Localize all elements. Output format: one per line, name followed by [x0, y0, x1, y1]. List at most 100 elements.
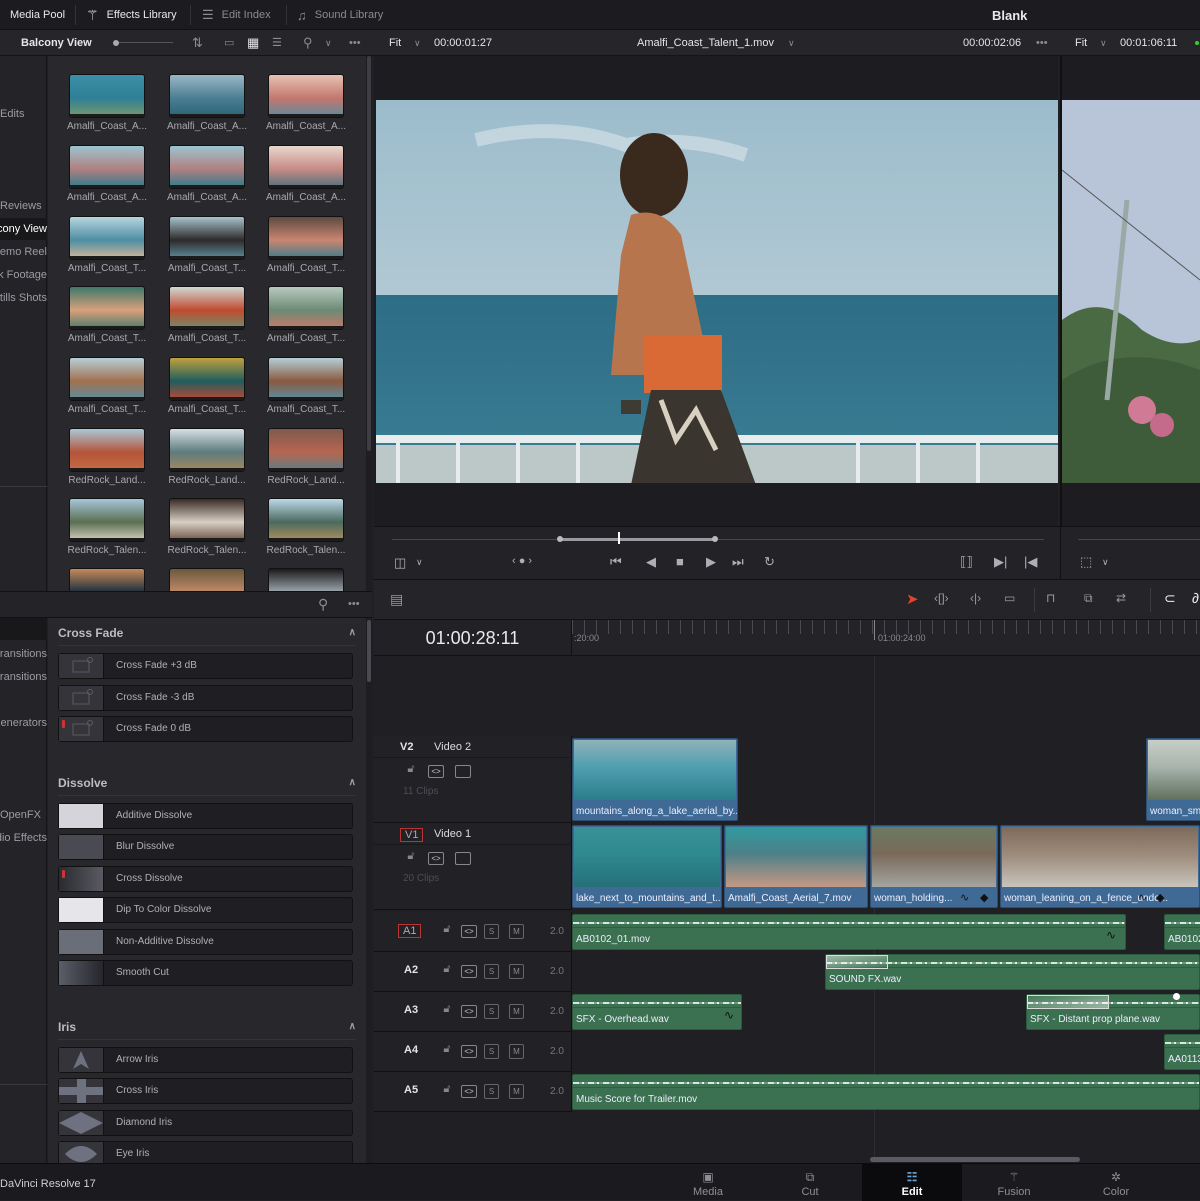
- go-to-start-icon[interactable]: ⏮: [610, 554, 622, 570]
- category-item[interactable]: Generators: [0, 712, 47, 734]
- play-icon[interactable]: ▶: [706, 554, 716, 570]
- lock-icon[interactable]: 🔓︎: [403, 764, 419, 777]
- timeline-zoom-select[interactable]: Fit: [1075, 30, 1087, 56]
- video-track-header[interactable]: V2 Video 2 🔓︎ <> 11 Clips: [374, 736, 572, 823]
- track-id[interactable]: A3: [404, 1004, 418, 1016]
- track-visibility-icon[interactable]: [455, 765, 471, 778]
- chevron-down-icon[interactable]: ∨: [325, 30, 332, 56]
- effects-library-tab[interactable]: ⚚ Effects Library: [86, 0, 177, 30]
- bin-item[interactable]: Stock Footage: [0, 264, 47, 286]
- clip-thumbnail[interactable]: [268, 498, 344, 542]
- clip-thumbnail[interactable]: [169, 74, 245, 118]
- lock-icon[interactable]: 🔓︎: [439, 964, 455, 977]
- effect-item[interactable]: Diamond Iris: [58, 1109, 353, 1136]
- video-clip[interactable]: lake_next_to_mountains_and_t...: [572, 825, 722, 908]
- more-options-icon[interactable]: •••: [348, 598, 360, 610]
- source-scrubber[interactable]: [392, 539, 1044, 540]
- clip-thumbnail[interactable]: [268, 216, 344, 260]
- page-tab-edit[interactable]: ☷ Edit: [862, 1164, 962, 1201]
- auto-select-icon[interactable]: <>: [461, 925, 477, 938]
- clip-thumbnail[interactable]: [69, 568, 145, 591]
- track-name[interactable]: Video 1: [434, 828, 471, 840]
- play-reverse-icon[interactable]: ◀: [646, 554, 656, 570]
- effect-item[interactable]: Dip To Color Dissolve: [58, 897, 353, 923]
- match-frame-icon[interactable]: ⟦⟧: [960, 554, 973, 570]
- clip-thumbnail[interactable]: [169, 428, 245, 472]
- jog-control-icon[interactable]: ‹ ● ›: [512, 555, 532, 567]
- audio-track-header[interactable]: A1 🔓︎ <> S M 2.0: [374, 912, 572, 952]
- search-icon[interactable]: ⚲: [303, 30, 313, 56]
- chevron-up-icon[interactable]: ∧: [349, 770, 356, 796]
- out-point-handle[interactable]: [712, 536, 718, 542]
- clip-thumbnail[interactable]: [169, 568, 245, 591]
- sound-library-tab[interactable]: ♫ Sound Library: [297, 0, 383, 30]
- effect-item[interactable]: Cross Dissolve: [58, 865, 353, 892]
- media-pool-scrollbar[interactable]: [366, 56, 372, 591]
- effect-item[interactable]: Non-Additive Dissolve: [58, 928, 353, 955]
- timeline-ruler[interactable]: :20:00 01:00:24:00: [572, 620, 1200, 656]
- effects-scrollbar[interactable]: [366, 618, 372, 1163]
- auto-select-icon[interactable]: <>: [461, 1085, 477, 1098]
- clip-thumbnail[interactable]: [69, 428, 145, 472]
- curve-icon[interactable]: ∿: [1106, 928, 1116, 942]
- curve-icon[interactable]: ∿: [724, 1008, 734, 1022]
- mute-button[interactable]: M: [509, 1044, 524, 1059]
- video-clip[interactable]: Amalfi_Coast_Aerial_7.mov: [724, 825, 868, 908]
- effect-item[interactable]: Arrow Iris: [58, 1046, 353, 1073]
- stop-icon[interactable]: ■: [676, 554, 684, 569]
- auto-select-icon[interactable]: <>: [461, 1005, 477, 1018]
- timeline-viewer[interactable]: [1060, 56, 1200, 526]
- bin-item[interactable]: Stills Shots: [0, 287, 47, 309]
- track-id[interactable]: V1: [400, 828, 424, 842]
- effect-item[interactable]: Cross Fade -3 dB: [58, 684, 353, 711]
- replace-clip-icon[interactable]: ⇄: [1116, 591, 1126, 605]
- video-clip[interactable]: woman_holding...: [870, 825, 998, 908]
- timeline-horizontal-scrollbar[interactable]: [870, 1157, 1080, 1162]
- curve-icon[interactable]: ∿: [1138, 891, 1147, 904]
- category-item[interactable]: OpenFX: [0, 804, 47, 826]
- linked-selection-icon[interactable]: ∂: [1192, 590, 1199, 606]
- clip-thumbnail[interactable]: [69, 498, 145, 542]
- effect-item[interactable]: Eye Iris: [58, 1141, 353, 1163]
- media-pool-tab[interactable]: Media Pool: [10, 0, 65, 30]
- clip-thumbnail[interactable]: [268, 74, 344, 118]
- effect-item[interactable]: Cross Fade 0 dB: [58, 716, 353, 742]
- track-id[interactable]: A4: [404, 1044, 418, 1056]
- insert-clip-icon[interactable]: ⊓: [1046, 591, 1055, 605]
- edit-index-tab[interactable]: ☰ Edit Index: [202, 0, 271, 30]
- in-point-handle[interactable]: [557, 536, 563, 542]
- list-view-icon[interactable]: ☰: [272, 30, 282, 56]
- source-viewer[interactable]: [374, 56, 1058, 526]
- more-options-icon[interactable]: •••: [349, 30, 361, 56]
- clip-thumbnail[interactable]: [268, 428, 344, 472]
- clip-thumbnail[interactable]: [69, 216, 145, 260]
- track-id[interactable]: V2: [400, 741, 413, 753]
- clip-thumbnail[interactable]: [169, 216, 245, 260]
- chevron-down-icon[interactable]: ∨: [788, 30, 795, 56]
- chevron-up-icon[interactable]: ∧: [349, 1014, 356, 1040]
- loop-icon[interactable]: ↻: [764, 554, 775, 570]
- mute-button[interactable]: M: [509, 1004, 524, 1019]
- thumbnail-size-slider[interactable]: [113, 40, 173, 46]
- chevron-up-icon[interactable]: ∧: [349, 620, 356, 646]
- trim-tool-icon[interactable]: ‹[]›: [934, 591, 949, 605]
- solo-button[interactable]: S: [484, 1044, 499, 1059]
- source-clip-name[interactable]: Amalfi_Coast_Talent_1.mov: [637, 30, 774, 56]
- auto-select-icon[interactable]: <>: [461, 1045, 477, 1058]
- effect-group-header[interactable]: Cross Fade ∧: [58, 620, 356, 646]
- keyframe-icon[interactable]: ◆: [980, 891, 988, 904]
- clip-thumbnail[interactable]: [268, 145, 344, 189]
- audio-clip[interactable]: AA0113: [1164, 1034, 1200, 1070]
- bin-item[interactable]: Reviews: [0, 195, 47, 217]
- clip-thumbnail[interactable]: [268, 568, 344, 591]
- track-id[interactable]: A2: [404, 964, 418, 976]
- effect-item[interactable]: Cross Fade +3 dB: [58, 653, 353, 679]
- transform-icon[interactable]: ⬚: [1080, 554, 1092, 570]
- selection-tool-icon[interactable]: ➤: [906, 590, 919, 608]
- clip-thumbnail[interactable]: [268, 357, 344, 401]
- page-tab-media[interactable]: ▣ Media: [658, 1164, 758, 1201]
- video-clip[interactable]: mountains_along_a_lake_aerial_by...: [572, 738, 738, 821]
- clip-thumbnail[interactable]: [169, 498, 245, 542]
- bin-item[interactable]: Demo Reel: [0, 241, 47, 263]
- clip-thumbnail[interactable]: [268, 286, 344, 330]
